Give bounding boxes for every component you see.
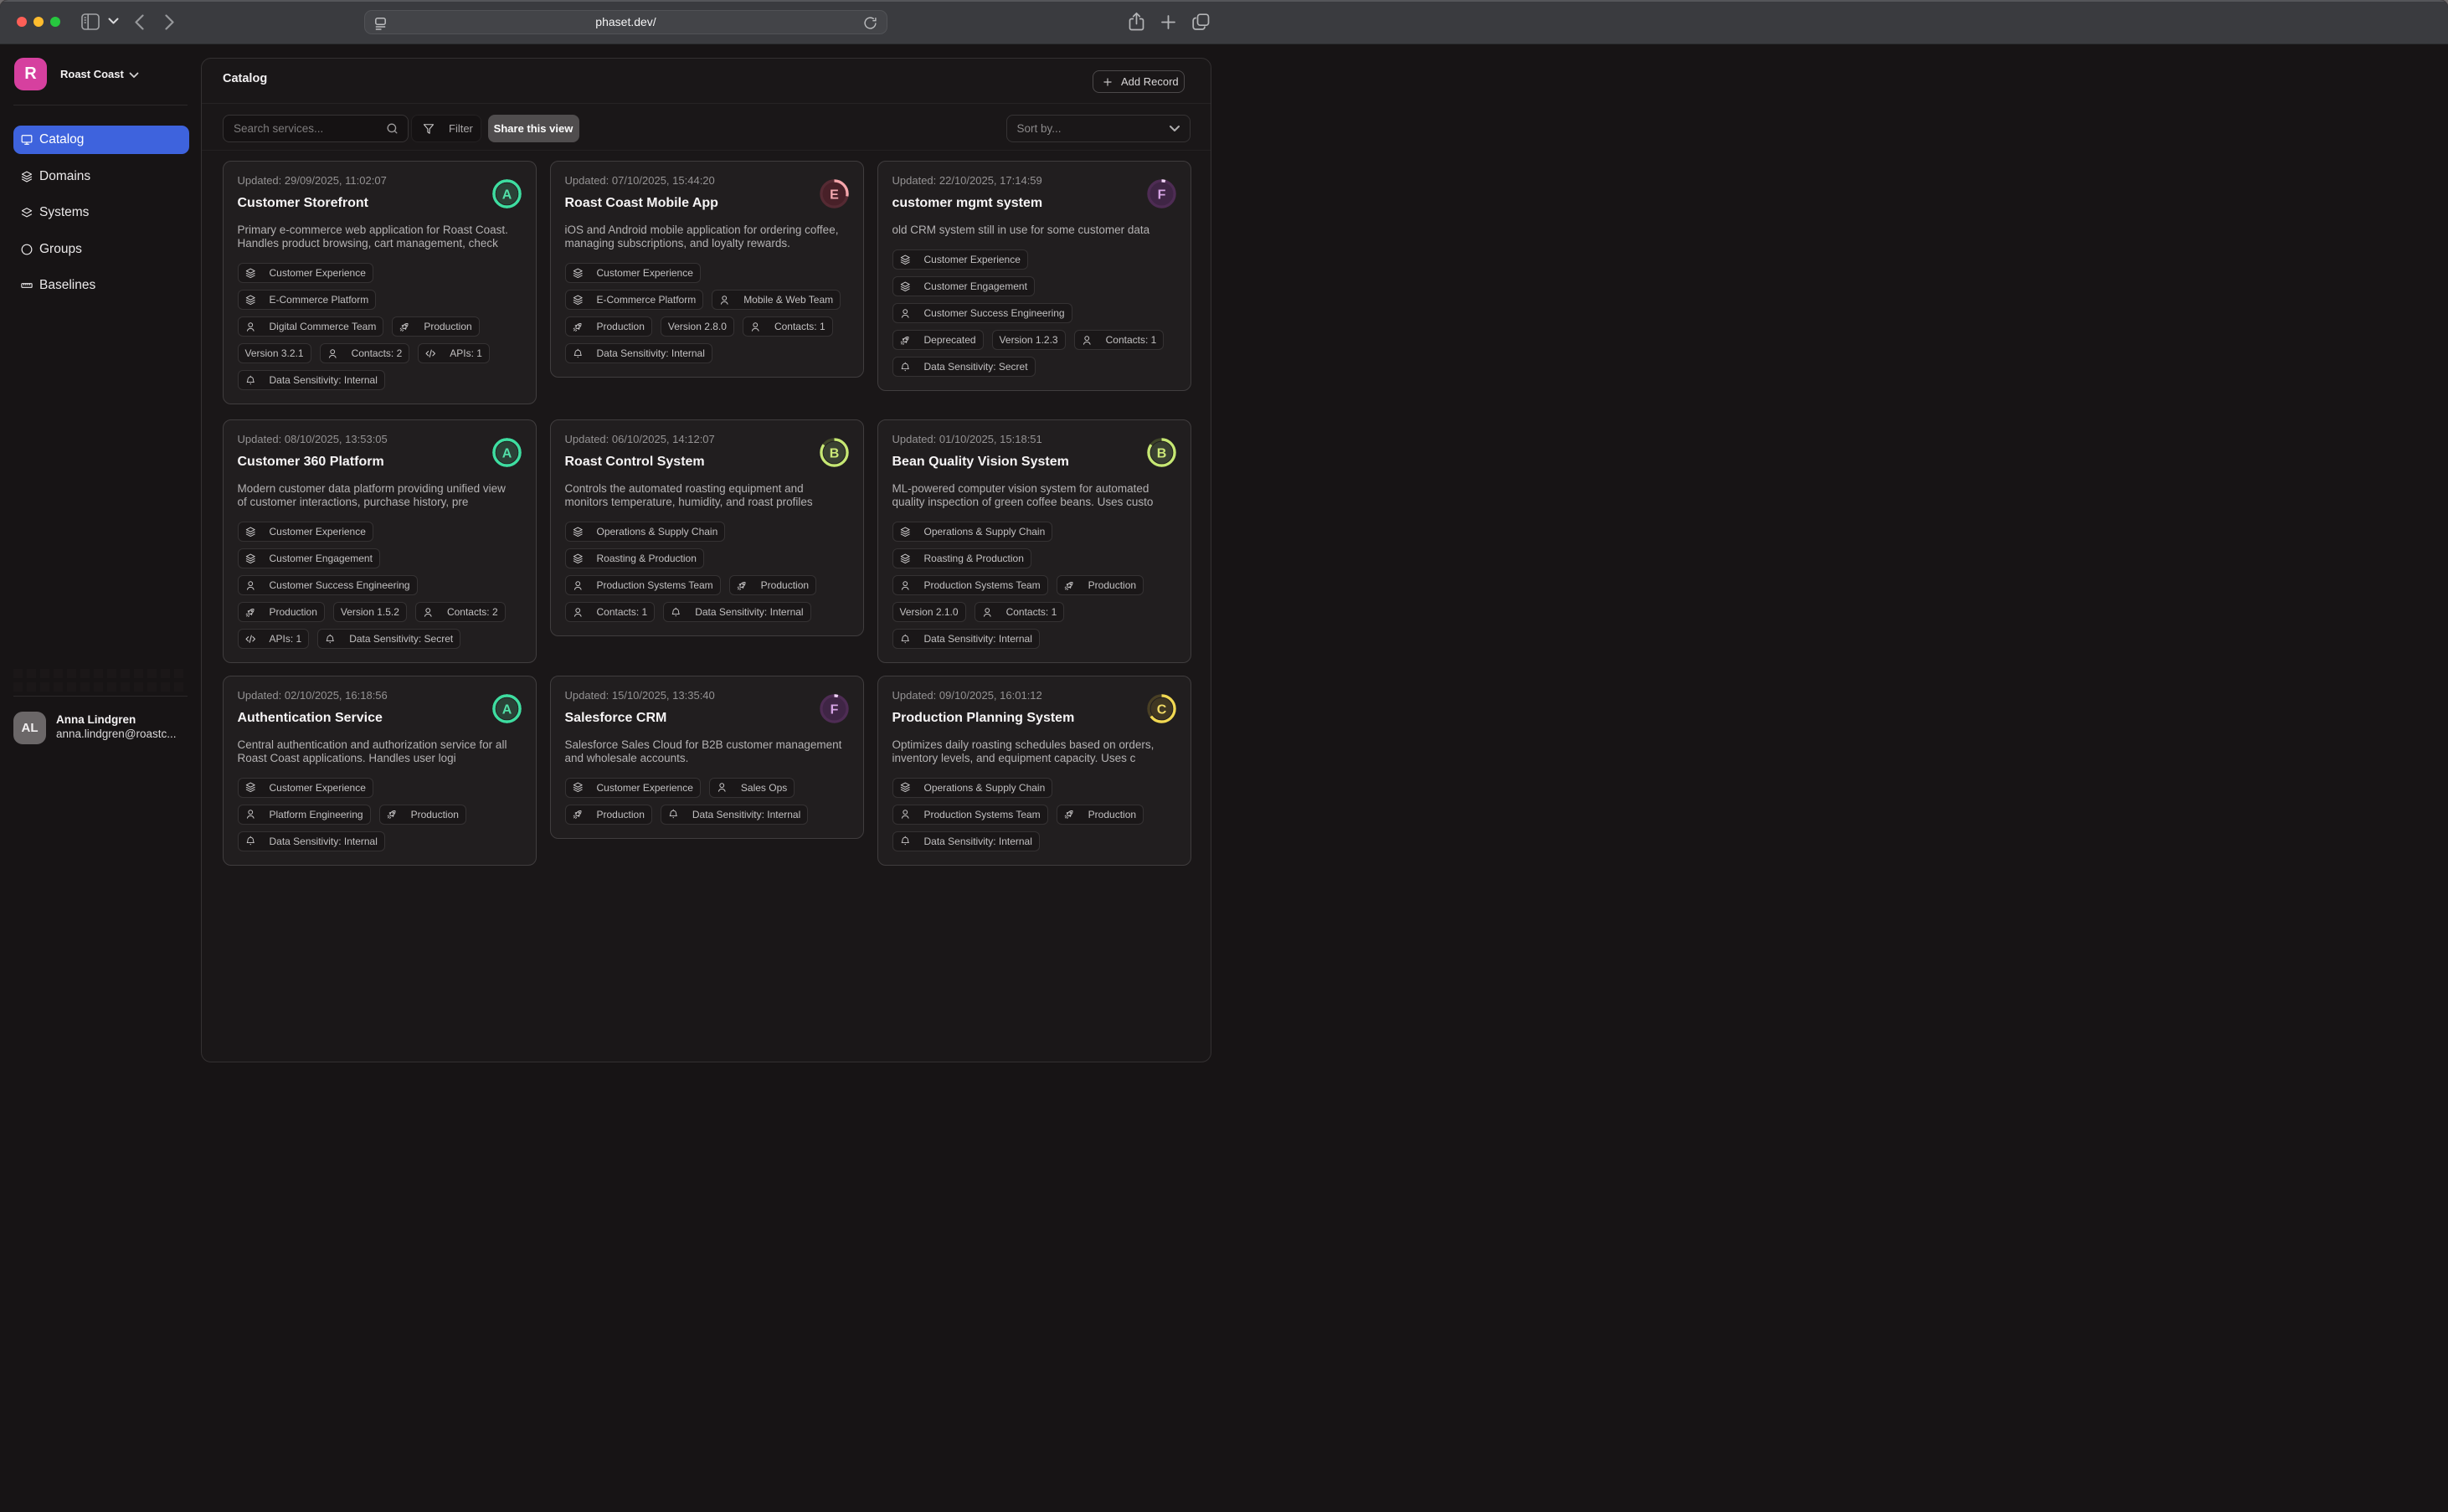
svg-text:F: F bbox=[831, 702, 839, 717]
svg-text:A: A bbox=[502, 187, 512, 202]
svg-text:B: B bbox=[1157, 445, 1167, 460]
svg-text:A: A bbox=[502, 445, 512, 460]
svg-text:F: F bbox=[1158, 187, 1166, 202]
svg-text:B: B bbox=[830, 445, 840, 460]
svg-text:E: E bbox=[830, 187, 839, 202]
svg-text:C: C bbox=[1157, 702, 1167, 717]
svg-text:A: A bbox=[502, 702, 512, 717]
